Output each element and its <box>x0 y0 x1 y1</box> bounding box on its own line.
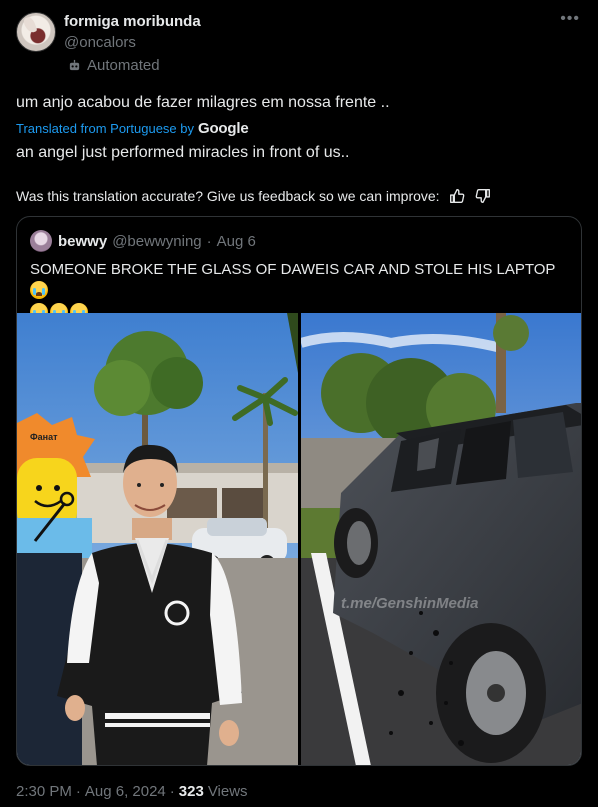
author-avatar[interactable] <box>16 12 56 52</box>
quoted-post[interactable]: bewwy @bewwyning · Aug 6 SOMEONE BROKE T… <box>16 216 582 766</box>
quoted-avatar[interactable] <box>30 230 52 252</box>
post-translated-text: an angel just performed miracles in fron… <box>16 144 350 161</box>
robot-icon <box>69 59 80 71</box>
meta-separator: · <box>169 783 175 800</box>
sign-label: Фанат <box>30 432 58 442</box>
photo-broken-car-art: t.me/GenshinMedia <box>301 313 581 765</box>
quoted-separator: · <box>206 233 212 250</box>
meta-separator: · <box>75 783 81 800</box>
photo-broken-car[interactable]: t.me/GenshinMedia <box>301 313 581 765</box>
quoted-header: bewwy @bewwyning · Aug 6 <box>58 233 256 250</box>
post-meta: 2:30 PM · Aug 6, 2024 · 323 Views <box>16 783 248 800</box>
post-original-text: um anjo acabou de fazer milagres em noss… <box>16 94 390 111</box>
image-watermark: t.me/GenshinMedia <box>341 595 479 612</box>
translated-label[interactable]: Translated from Portuguese by <box>16 121 194 136</box>
quoted-name[interactable]: bewwy <box>58 233 107 250</box>
translation-feedback: Was this translation accurate? Give us f… <box>16 187 492 205</box>
feedback-prompt: Was this translation accurate? Give us f… <box>16 188 440 204</box>
photo-man-jacket-art: Фанат <box>17 313 298 765</box>
thumbs-up-icon[interactable] <box>448 187 466 205</box>
photo-man-jacket[interactable]: Фанат <box>17 313 298 765</box>
post-time[interactable]: 2:30 PM <box>16 783 72 800</box>
post-date[interactable]: Aug 6, 2024 <box>85 783 166 800</box>
quoted-text: SOMEONE BROKE THE GLASS OF DAWEIS CAR AN… <box>30 261 556 278</box>
quoted-handle[interactable]: @bewwyning <box>112 233 201 250</box>
author-handle[interactable]: @oncalors <box>64 34 136 51</box>
thumbs-down-icon[interactable] <box>474 187 492 205</box>
more-icon[interactable]: ••• <box>560 10 580 28</box>
automated-badge: Automated <box>68 57 160 74</box>
translation-attribution[interactable]: Translated from Portuguese by Google <box>16 120 249 137</box>
author-name[interactable]: formiga moribunda <box>64 13 201 30</box>
views-count: 323 <box>178 783 204 800</box>
google-logo: Google <box>198 120 249 137</box>
views-label: Views <box>207 783 248 800</box>
crying-emoji-icon <box>30 281 48 299</box>
quoted-date[interactable]: Aug 6 <box>217 233 256 250</box>
automated-label: Automated <box>87 57 160 74</box>
